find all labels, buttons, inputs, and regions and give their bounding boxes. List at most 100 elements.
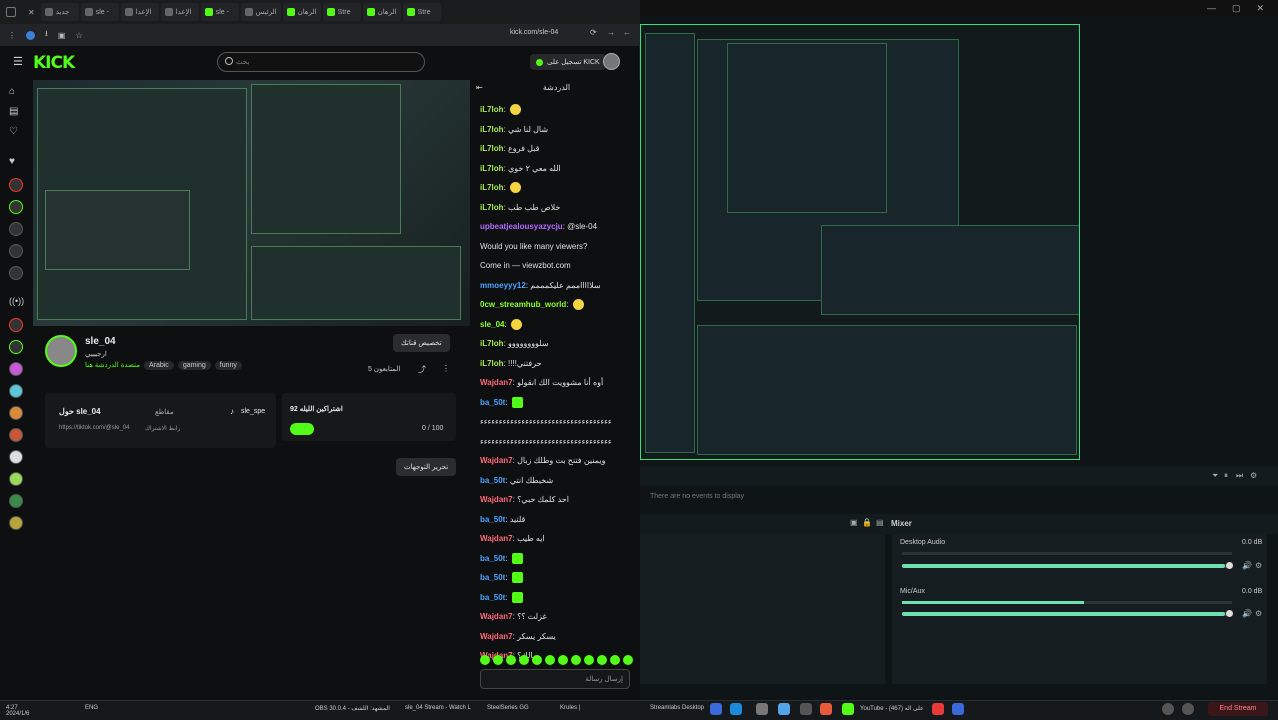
chat-username[interactable]: iL7loh [480, 105, 504, 114]
chat-username[interactable]: iL7loh [480, 359, 504, 368]
stream-video-player[interactable] [33, 80, 470, 326]
emote-icon[interactable] [610, 655, 620, 665]
filter-icon[interactable]: ⏷ [1212, 471, 1218, 481]
channel-avatar-14[interactable] [9, 494, 23, 508]
bookmark-star-icon[interactable]: ☆ [75, 31, 82, 40]
app-icon[interactable] [756, 703, 768, 715]
social-link[interactable]: https://tiktok.com/@sle_04 [59, 425, 129, 431]
following-icon[interactable]: ♡ [9, 126, 23, 140]
heart-icon[interactable]: ♥ [9, 156, 23, 170]
tab-4[interactable]: الإعدا [160, 3, 199, 21]
lock-icon[interactable]: 🔒 [862, 518, 872, 527]
channel-avatar-10[interactable] [9, 406, 23, 420]
chat-username[interactable]: ba_50t [480, 476, 505, 485]
desktop-audio-slider[interactable] [902, 562, 1233, 569]
window-menu-icon[interactable] [6, 7, 16, 17]
skip-icon[interactable]: ⏭ [1236, 471, 1243, 481]
channel-avatar-11[interactable] [9, 428, 23, 442]
emote-icon[interactable] [584, 655, 594, 665]
app-icon[interactable] [952, 703, 964, 715]
app-icon[interactable] [1162, 703, 1174, 715]
folder-icon[interactable]: ▤ [876, 518, 884, 527]
channel-avatar-4[interactable] [9, 244, 23, 258]
broadcast-icon[interactable]: ((•)) [9, 296, 24, 310]
subs-toggle[interactable] [290, 423, 314, 435]
tag-arabic[interactable]: Arabic [143, 361, 174, 370]
speaker-icon[interactable]: 🔊 [1242, 561, 1252, 570]
gear-icon[interactable]: ⚙ [1255, 609, 1262, 618]
channel-avatar[interactable] [45, 335, 77, 367]
tab-5[interactable]: sle - [200, 3, 239, 21]
tag-funny[interactable]: funny [214, 361, 242, 370]
emote-icon[interactable] [623, 655, 633, 665]
chat-input[interactable]: إرسال رسالة [480, 669, 630, 689]
channel-avatar-6[interactable] [9, 318, 23, 332]
app-icon[interactable] [730, 703, 742, 715]
chat-username[interactable]: sle_04 [480, 320, 504, 329]
chat-username[interactable]: iL7loh [480, 339, 504, 348]
menu-dots-icon[interactable]: ⋮ [8, 31, 16, 40]
mixer-icon[interactable]: ▣ [850, 518, 858, 527]
forward-icon[interactable]: → [607, 28, 615, 37]
channel-name[interactable]: sle_04 [85, 336, 116, 347]
taskbar-kick[interactable]: sle_04 Stream - Watch L [405, 705, 471, 711]
close-tab-icon[interactable]: ✕ [28, 8, 35, 17]
tiktok-icon[interactable]: ♪ [230, 407, 234, 416]
chat-username[interactable]: ba_50t [480, 515, 505, 524]
back-icon[interactable]: ← [623, 28, 631, 37]
tab-9[interactable]: الرهان [362, 3, 401, 21]
customize-channel-button[interactable]: تخصيص قناتك [393, 334, 450, 352]
chat-username[interactable]: Wajdan7 [480, 534, 513, 543]
tab-2[interactable]: sle - [80, 3, 119, 21]
download-icon[interactable]: ⭳ [45, 28, 48, 42]
chat-username[interactable]: Wajdan7 [480, 495, 513, 504]
slider-knob[interactable] [1226, 610, 1233, 617]
channel-avatar-3[interactable] [9, 222, 23, 236]
browse-icon[interactable]: ▤ [9, 106, 23, 120]
maximize-icon[interactable]: ▢ [1232, 3, 1241, 14]
language-indicator[interactable]: ENG [85, 705, 98, 711]
app-icon[interactable] [800, 703, 812, 715]
chat-username[interactable]: Wajdan7 [480, 612, 513, 621]
chat-username[interactable]: iL7loh [480, 203, 504, 212]
end-stream-button[interactable]: End Stream [1208, 702, 1268, 716]
tab-7[interactable]: الرهان [282, 3, 321, 21]
reload-icon[interactable]: ⟳ [590, 28, 597, 37]
slider-knob[interactable] [1226, 562, 1233, 569]
tab-3[interactable]: الإعدا [120, 3, 159, 21]
pause-icon[interactable]: ⏸ [1224, 471, 1228, 481]
emote-icon[interactable] [493, 655, 503, 665]
mic-aux-slider[interactable] [902, 610, 1233, 617]
emote-icon[interactable] [480, 655, 490, 665]
channel-avatar-15[interactable] [9, 516, 23, 530]
channel-avatar-1[interactable] [9, 178, 23, 192]
emote-icon[interactable] [545, 655, 555, 665]
chat-username[interactable]: upbeatjealousyazycju [480, 222, 563, 231]
minimize-icon[interactable]: — [1207, 3, 1216, 13]
chat-username[interactable]: 0cw_streamhub_world [480, 300, 566, 309]
puzzle-icon[interactable]: ▣ [58, 31, 66, 40]
emote-icon[interactable] [532, 655, 542, 665]
chat-username[interactable]: Wajdan7 [480, 456, 513, 465]
chat-username[interactable]: iL7loh [480, 183, 504, 192]
chat-username[interactable]: mmoeyyy12 [480, 281, 526, 290]
emote-icon[interactable] [571, 655, 581, 665]
emote-icon[interactable] [519, 655, 529, 665]
emote-icon[interactable] [506, 655, 516, 665]
app-icon[interactable] [778, 703, 790, 715]
url-field[interactable]: kick.com/sle-04 [510, 29, 558, 36]
tag-gaming[interactable]: gaming [177, 361, 211, 370]
channel-avatar-2[interactable] [9, 200, 23, 214]
channel-avatar-7[interactable] [9, 340, 23, 354]
chat-username[interactable]: ba_50t [480, 573, 505, 582]
channel-avatar-12[interactable] [9, 450, 23, 464]
channel-avatar-13[interactable] [9, 472, 23, 486]
taskbar-krules[interactable]: Krules | [560, 705, 580, 711]
emote-icon[interactable] [597, 655, 607, 665]
obs-preview[interactable] [640, 24, 1080, 460]
tab-8[interactable]: Stre [322, 3, 361, 21]
login-button[interactable]: تسجيل على KICK [530, 54, 606, 70]
extension-icon[interactable] [26, 30, 35, 40]
chat-username[interactable]: iL7loh [480, 125, 504, 134]
app-icon[interactable] [842, 703, 854, 715]
